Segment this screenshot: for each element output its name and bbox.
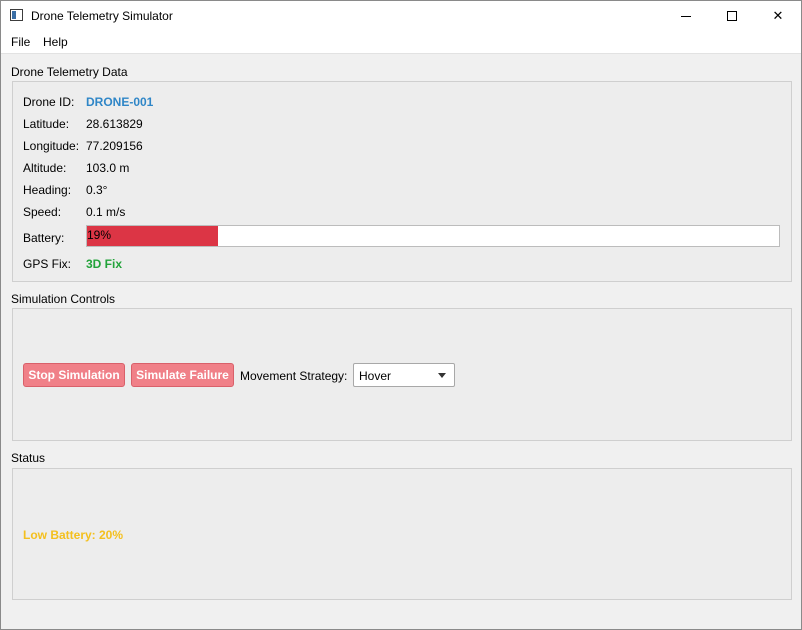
- longitude-label: Longitude:: [23, 139, 80, 153]
- minimize-button[interactable]: [663, 1, 709, 31]
- maximize-button[interactable]: [709, 1, 755, 31]
- gps-fix-value: 3D Fix: [86, 257, 123, 271]
- altitude-value: 103.0 m: [86, 161, 130, 175]
- drone-id-value: DRONE-001: [86, 95, 154, 109]
- telemetry-group-title: Drone Telemetry Data: [11, 65, 128, 79]
- battery-progress-bar: 19%: [86, 225, 780, 247]
- close-icon: ✕: [772, 8, 784, 24]
- close-button[interactable]: ✕: [755, 1, 801, 31]
- status-group: [12, 468, 792, 600]
- heading-value: 0.3°: [86, 183, 108, 197]
- movement-strategy-label: Movement Strategy:: [240, 369, 348, 383]
- app-window: Drone Telemetry Simulator ✕ File Help Dr…: [0, 0, 802, 630]
- movement-strategy-select[interactable]: Hover: [353, 363, 455, 387]
- menu-bar: File Help: [1, 31, 801, 54]
- menu-help[interactable]: Help: [43, 35, 68, 49]
- simulate-failure-button[interactable]: Simulate Failure: [131, 363, 234, 387]
- status-message: Low Battery: 20%: [23, 528, 124, 542]
- heading-label: Heading:: [23, 183, 72, 197]
- altitude-label: Altitude:: [23, 161, 67, 175]
- app-icon: [10, 9, 23, 21]
- speed-label: Speed:: [23, 205, 62, 219]
- drone-id-label: Drone ID:: [23, 95, 75, 109]
- battery-label: Battery:: [23, 231, 65, 245]
- longitude-value: 77.209156: [86, 139, 143, 153]
- battery-percent-text: 19%: [87, 228, 112, 242]
- status-group-title: Status: [11, 451, 46, 465]
- controls-group-title: Simulation Controls: [11, 292, 116, 306]
- gps-fix-label: GPS Fix:: [23, 257, 72, 271]
- menu-file[interactable]: File: [11, 35, 30, 49]
- stop-simulation-button[interactable]: Stop Simulation: [23, 363, 125, 387]
- movement-strategy-value: Hover: [359, 369, 392, 383]
- latitude-label: Latitude:: [23, 117, 70, 131]
- telemetry-group: [12, 81, 792, 282]
- title-bar[interactable]: Drone Telemetry Simulator ✕: [1, 1, 801, 31]
- minimize-icon: [681, 15, 691, 17]
- chevron-down-icon: [438, 373, 446, 378]
- window-title: Drone Telemetry Simulator: [31, 9, 173, 23]
- latitude-value: 28.613829: [86, 117, 143, 131]
- speed-value: 0.1 m/s: [86, 205, 126, 219]
- maximize-icon: [727, 11, 737, 21]
